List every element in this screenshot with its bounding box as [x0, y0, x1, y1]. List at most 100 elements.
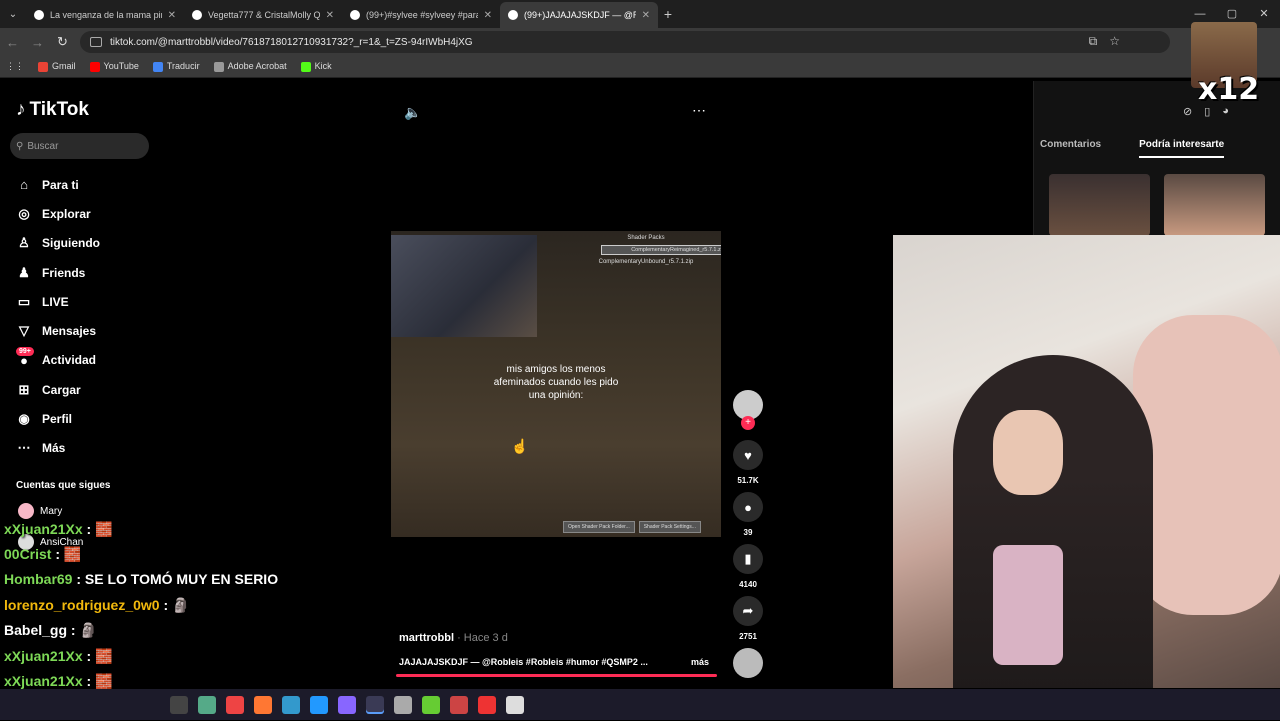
search-icon: ⚲: [16, 140, 24, 152]
tab-list-button[interactable]: ⌄: [0, 0, 26, 28]
sidebar-item-0[interactable]: ⌂ Para ti: [16, 170, 100, 199]
close-tab-icon[interactable]: ✕: [326, 10, 334, 21]
avatar: [733, 648, 763, 678]
tab-0[interactable]: La venganza de la mama pingü✕: [26, 2, 184, 28]
taskbar-app-icon[interactable]: [226, 695, 244, 714]
bookmarks-bar: ⋮⋮ Gmail YouTube Traducir Adobe Acrobat Kick: [0, 56, 1280, 78]
sidebar-item-1[interactable]: ◎ Explorar: [16, 199, 100, 228]
tumbler-cup: [993, 545, 1063, 665]
chat-text: : 🧱: [82, 521, 113, 537]
chat-username: xXjuan21Xx: [4, 648, 83, 664]
post-author[interactable]: marttrobbl · Hace 3 d: [399, 632, 508, 644]
bookmark-favicon-icon: [152, 61, 163, 72]
tiktok-favicon-icon: [508, 10, 518, 20]
suggested-video-thumbnail[interactable]: [1164, 174, 1265, 236]
like-button[interactable]: ♥ 51.7K: [732, 440, 764, 485]
shader-button: Shader Pack Settings...: [638, 521, 701, 533]
close-tab-icon[interactable]: ✕: [484, 10, 492, 21]
comment-count: 39: [743, 528, 753, 537]
video-progress-bar[interactable]: [396, 674, 717, 677]
url-bar[interactable]: tiktok.com/@marttrobbl/video/76187180127…: [80, 31, 1170, 53]
bookmark-favicon-icon: [300, 61, 311, 72]
following-title: Cuentas que sigues: [16, 480, 111, 491]
taskbar-app-icon[interactable]: [170, 695, 188, 714]
taskbar-app-icon[interactable]: [198, 695, 216, 714]
taskbar-app-icon[interactable]: [338, 695, 356, 714]
install-icon[interactable]: ⧉: [1089, 34, 1098, 49]
tab-1[interactable]: Vegetta777 & CristalMolly QSM✕: [184, 2, 342, 28]
sidebar-menu: ⌂ Para ti ◎ Explorar ♙ Siguiendo ♟ Friends ▭ LIVE…: [16, 170, 101, 463]
close-tab-icon[interactable]: ✕: [168, 10, 176, 21]
comment-button[interactable]: ● 39: [732, 492, 764, 537]
bookmark-favicon-icon: [213, 61, 224, 72]
chat-message: xXjuan21Xx : 🧱: [4, 648, 112, 665]
tiktok-logo[interactable]: ♪ TikTok: [16, 99, 89, 121]
sidebar-item-3[interactable]: ♟ Friends: [16, 258, 100, 287]
bookmark-gmail[interactable]: Gmail: [38, 61, 76, 72]
save-count: 4140: [739, 580, 757, 589]
chat-username: Babel_gg: [4, 622, 68, 638]
close-tab-icon[interactable]: ✕: [642, 10, 650, 21]
sidebar-item-icon: ♟: [18, 264, 30, 280]
bookmark-youtube[interactable]: YouTube: [89, 61, 139, 72]
author-avatar-button[interactable]: +: [732, 390, 764, 430]
taskbar-app-icon[interactable]: [366, 695, 384, 714]
music-disc-button[interactable]: [732, 648, 764, 678]
avatar: [18, 503, 34, 519]
bookmark-traducir[interactable]: Traducir: [152, 61, 200, 72]
chat-message: lorenzo_rodriguez_0w0 : 🗿: [4, 597, 189, 614]
video-player[interactable]: Shader Packs ComplementaryReimagined_r5.…: [391, 231, 721, 537]
chat-username: xXjuan21Xx: [4, 521, 83, 537]
tab-suggested[interactable]: Podría interesarte: [1139, 139, 1225, 158]
reload-button[interactable]: ↻: [50, 34, 75, 50]
chat-username: lorenzo_rodriguez_0w0: [4, 597, 160, 613]
chat-message: Babel_gg : 🗿: [4, 622, 97, 639]
sidebar-item-2[interactable]: ♙ Siguiendo: [16, 229, 100, 258]
taskbar-app-icon[interactable]: [422, 695, 440, 714]
bookmark-adobe-acrobat[interactable]: Adobe Acrobat: [213, 61, 287, 72]
back-button[interactable]: ←: [0, 35, 25, 50]
forward-button[interactable]: →: [25, 35, 50, 50]
suggested-video-thumbnail[interactable]: [1049, 174, 1150, 236]
apps-icon[interactable]: ⋮⋮: [6, 61, 24, 72]
bookmark-kick[interactable]: Kick: [300, 61, 332, 72]
search-input[interactable]: ⚲ Buscar: [10, 133, 149, 159]
save-button[interactable]: ▮ 4140: [732, 544, 764, 589]
streamer-webcam: [893, 235, 1280, 688]
right-panel-tabs: Comentarios Podría interesarte: [1040, 139, 1225, 158]
chat-message: Hombar69 : SE LO TOMÓ MUY EN SERIO: [4, 571, 278, 587]
taskbar-app-icon[interactable]: [478, 695, 496, 714]
post-description: JAJAJAJSKDJF — @Robleis #Robleis #humor …: [399, 657, 710, 667]
tab-2[interactable]: (99+)#sylvee #sylveey #parati #✕: [342, 2, 500, 28]
more-options-icon[interactable]: ⋯: [692, 102, 706, 119]
sidebar-item-8[interactable]: ◉ Perfil: [16, 404, 100, 433]
sidebar-item-4[interactable]: ▭ LIVE: [16, 287, 100, 316]
sidebar-item-5[interactable]: ▽ Mensajes: [16, 316, 100, 345]
taskbar-app-icon[interactable]: [450, 695, 468, 714]
streamer-webcam-frame: [391, 235, 537, 337]
followed-account[interactable]: Mary: [18, 503, 62, 519]
sidebar-item-7[interactable]: ⊞ Cargar: [16, 375, 100, 404]
taskbar-app-icon[interactable]: [282, 695, 300, 714]
tab-3[interactable]: (99+)JAJAJAJSKDJF — @Ro ✕: [500, 2, 658, 28]
taskbar-app-icon[interactable]: [254, 695, 272, 714]
sidebar-item-icon: ◎: [18, 205, 30, 221]
follow-plus-icon[interactable]: +: [741, 416, 755, 430]
new-tab-button[interactable]: +: [658, 6, 678, 22]
more-link[interactable]: más: [691, 657, 709, 667]
chat-username: Hombar69: [4, 571, 73, 587]
taskbar-app-icon[interactable]: [310, 695, 328, 714]
site-info-icon[interactable]: [90, 37, 102, 47]
bookmark-star-icon[interactable]: ☆: [1109, 34, 1120, 49]
streamer-face: [993, 410, 1063, 495]
compass-icon[interactable]: ⊘: [1183, 105, 1192, 118]
sidebar-item-icon: ♙: [18, 235, 30, 251]
chat-message: xXjuan21Xx : 🧱: [4, 521, 112, 538]
volume-icon[interactable]: 🔈: [404, 104, 421, 121]
taskbar-app-icon[interactable]: [506, 695, 524, 714]
sidebar-item-9[interactable]: ⋯ Más: [16, 434, 100, 463]
tab-comments[interactable]: Comentarios: [1040, 139, 1101, 158]
share-button[interactable]: ➦ 2751: [732, 596, 764, 641]
taskbar-app-icon[interactable]: [394, 695, 412, 714]
share-icon: ➦: [733, 596, 763, 626]
